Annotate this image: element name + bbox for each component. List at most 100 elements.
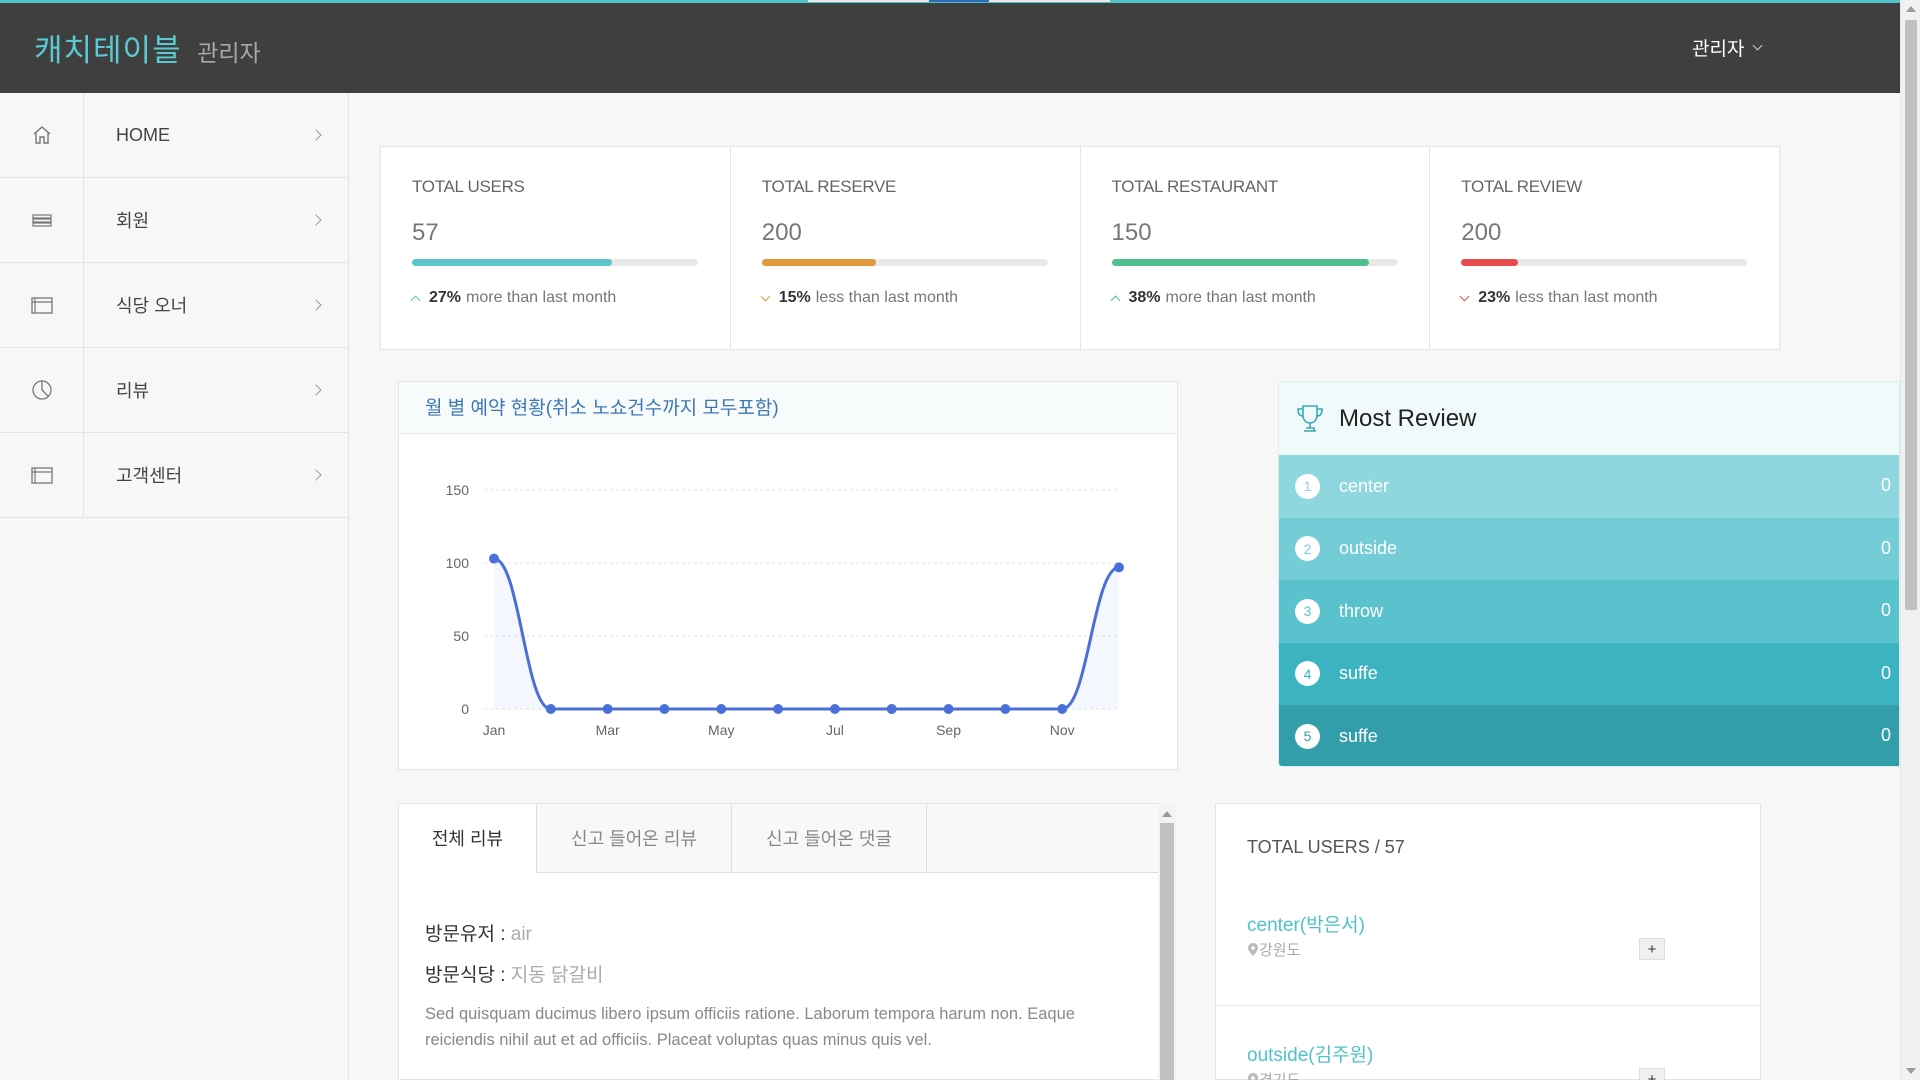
tab-reported-reviews[interactable]: 신고 들어온 리뷰 — [537, 804, 732, 872]
stat-change-pct: 38% — [1128, 289, 1161, 306]
page-scrollbar[interactable] — [1900, 0, 1920, 1080]
review-body: Sed quisquam ducimus libero ipsum offici… — [425, 1005, 1075, 1049]
user-name-link[interactable]: center(박은서) — [1247, 903, 1729, 937]
visitor-value: air — [510, 924, 532, 945]
most-review-item[interactable]: 5 suffe 0 — [1279, 705, 1899, 766]
data-point — [716, 704, 727, 714]
chevron-right-icon — [310, 214, 322, 226]
tab-reported-comments[interactable]: 신고 들어온 댓글 — [732, 804, 927, 872]
stat-value: 57 — [412, 219, 439, 246]
stat-value: 150 — [1111, 219, 1152, 246]
most-review-item[interactable]: 4 suffe 0 — [1279, 642, 1899, 705]
scroll-up-arrow-icon[interactable] — [1906, 6, 1916, 12]
scroll-up-arrow-icon[interactable] — [1162, 811, 1172, 817]
stat-change: 15% less than last month — [760, 289, 1049, 307]
stat-total-reserve: TOTAL RESERVE 200 15% less than last mon… — [731, 147, 1081, 349]
stat-value: 200 — [1461, 219, 1502, 246]
monthly-reservation-chart-card: 월 별 예약 현황(취소 노쇼건수까지 모두포함) 0 50 100 150 Jan Ma… — [398, 381, 1178, 770]
tab-all-reviews[interactable]: 전체 리뷰 — [399, 804, 537, 873]
chevron-down-icon — [1753, 40, 1763, 51]
data-point — [659, 704, 670, 714]
stat-title: TOTAL USERS — [412, 177, 525, 196]
loading-indicator — [929, 0, 989, 2]
visitor-label: 방문유저 : — [425, 924, 506, 945]
users-card: TOTAL USERS / 57 center(박은서) 강원도 + outsi… — [1215, 803, 1761, 1080]
sidebar-item-customer-center[interactable]: 고객센터 — [0, 433, 348, 518]
data-point — [1057, 704, 1068, 714]
stat-change-pct: 27% — [429, 289, 462, 306]
scroll-thumb[interactable] — [1905, 20, 1917, 610]
stat-progress-fill — [412, 259, 613, 266]
data-point — [886, 704, 897, 714]
chevron-right-icon — [310, 129, 322, 141]
users-card-title: TOTAL USERS / 57 — [1247, 837, 1405, 857]
user-list-item: center(박은서) 강원도 + — [1216, 903, 1760, 1006]
user-list-item: outside(김주원) 경기도 + — [1216, 1006, 1760, 1080]
stats-panel: TOTAL USERS 57 27% more than last month … — [380, 146, 1780, 350]
stat-change: 27% more than last month — [410, 289, 699, 307]
most-review-name: outside — [1339, 538, 1398, 559]
window-icon — [0, 433, 84, 517]
rank-badge: 3 — [1295, 598, 1320, 624]
arrow-up-icon — [410, 295, 421, 305]
review-visitor: 방문유저 : air — [425, 919, 1134, 946]
stat-progress-fill — [761, 259, 877, 266]
brand-logo[interactable]: 캐치테이블 관리자 — [34, 25, 261, 70]
sidebar-item-members[interactable]: 회원 — [0, 178, 348, 263]
y-tick-label: 0 — [461, 701, 469, 717]
sidebar-item-restaurant-owner[interactable]: 식당 오너 — [0, 263, 348, 348]
data-point — [829, 704, 840, 714]
scroll-thumb[interactable] — [1160, 823, 1174, 1080]
most-review-title: Most Review — [1339, 404, 1477, 432]
sidebar-item-label: 리뷰 — [116, 381, 150, 401]
most-review-name: throw — [1339, 600, 1384, 621]
user-menu-dropdown[interactable]: 관리자 — [1692, 34, 1763, 61]
sidebar-item-home[interactable]: HOME — [0, 93, 348, 178]
expand-user-button[interactable]: + — [1639, 1068, 1665, 1080]
data-point — [545, 704, 556, 714]
scroll-down-arrow-icon[interactable] — [1906, 1068, 1916, 1074]
brand-title: 캐치테이블 — [34, 33, 182, 68]
x-tick-label: May — [708, 722, 734, 738]
user-name-link[interactable]: outside(김주원) — [1247, 1033, 1729, 1067]
sidebar-item-label: 식당 오너 — [116, 296, 188, 316]
most-review-count: 0 — [1880, 537, 1891, 558]
most-review-count: 0 — [1880, 600, 1891, 620]
user-location-text: 경기도 — [1259, 1069, 1300, 1080]
most-review-name: suffe — [1339, 663, 1378, 684]
trophy-icon — [1297, 404, 1323, 432]
stat-title: TOTAL RESTAURANT — [1111, 177, 1279, 196]
home-icon — [0, 93, 84, 177]
rank-badge: 5 — [1295, 723, 1320, 749]
most-review-item[interactable]: 2 outside 0 — [1279, 517, 1899, 580]
stat-title: TOTAL RESERVE — [761, 177, 897, 196]
expand-user-button[interactable]: + — [1639, 938, 1665, 960]
data-point — [1114, 562, 1124, 573]
stat-change: 23% less than last month — [1459, 289, 1748, 307]
stat-total-users: TOTAL USERS 57 27% more than last month — [381, 147, 731, 349]
most-review-item[interactable]: 1 center 0 — [1279, 455, 1899, 518]
chevron-right-icon — [310, 299, 322, 311]
user-location-text: 강원도 — [1259, 942, 1301, 959]
reviews-scrollbar[interactable] — [1158, 803, 1176, 1080]
most-review-item[interactable]: 3 throw 0 — [1279, 580, 1899, 643]
x-tick-label: Mar — [596, 722, 620, 738]
stat-change-text: less than last month — [815, 289, 959, 306]
sidebar-item-reviews[interactable]: 리뷰 — [0, 348, 348, 433]
rank-badge: 2 — [1295, 536, 1320, 562]
stat-progress-bar — [412, 259, 698, 266]
stat-progress-bar — [1111, 259, 1398, 266]
review-restaurant: 방문식당 : 지동 닭갈비 — [425, 960, 1134, 987]
sidebar-item-label: 고객센터 — [116, 466, 183, 486]
rank-badge: 1 — [1295, 473, 1320, 499]
most-review-count: 0 — [1880, 725, 1891, 745]
sidebar-item-label: HOME — [116, 124, 170, 145]
rank-badge: 4 — [1295, 661, 1320, 687]
reviews-card: 전체 리뷰 신고 들어온 리뷰 신고 들어온 댓글 방문유저 : air 방문식… — [398, 803, 1160, 1080]
stat-change-text: more than last month — [1165, 289, 1316, 306]
stat-change-text: more than last month — [466, 289, 617, 306]
sidebar: HOME 회원 식당 오너 리뷰 고객센터 — [0, 93, 349, 1080]
chevron-right-icon — [310, 469, 322, 481]
review-item: 방문유저 : air 방문식당 : 지동 닭갈비 Sed quisquam du… — [399, 873, 1160, 1053]
user-menu-label: 관리자 — [1692, 39, 1745, 60]
